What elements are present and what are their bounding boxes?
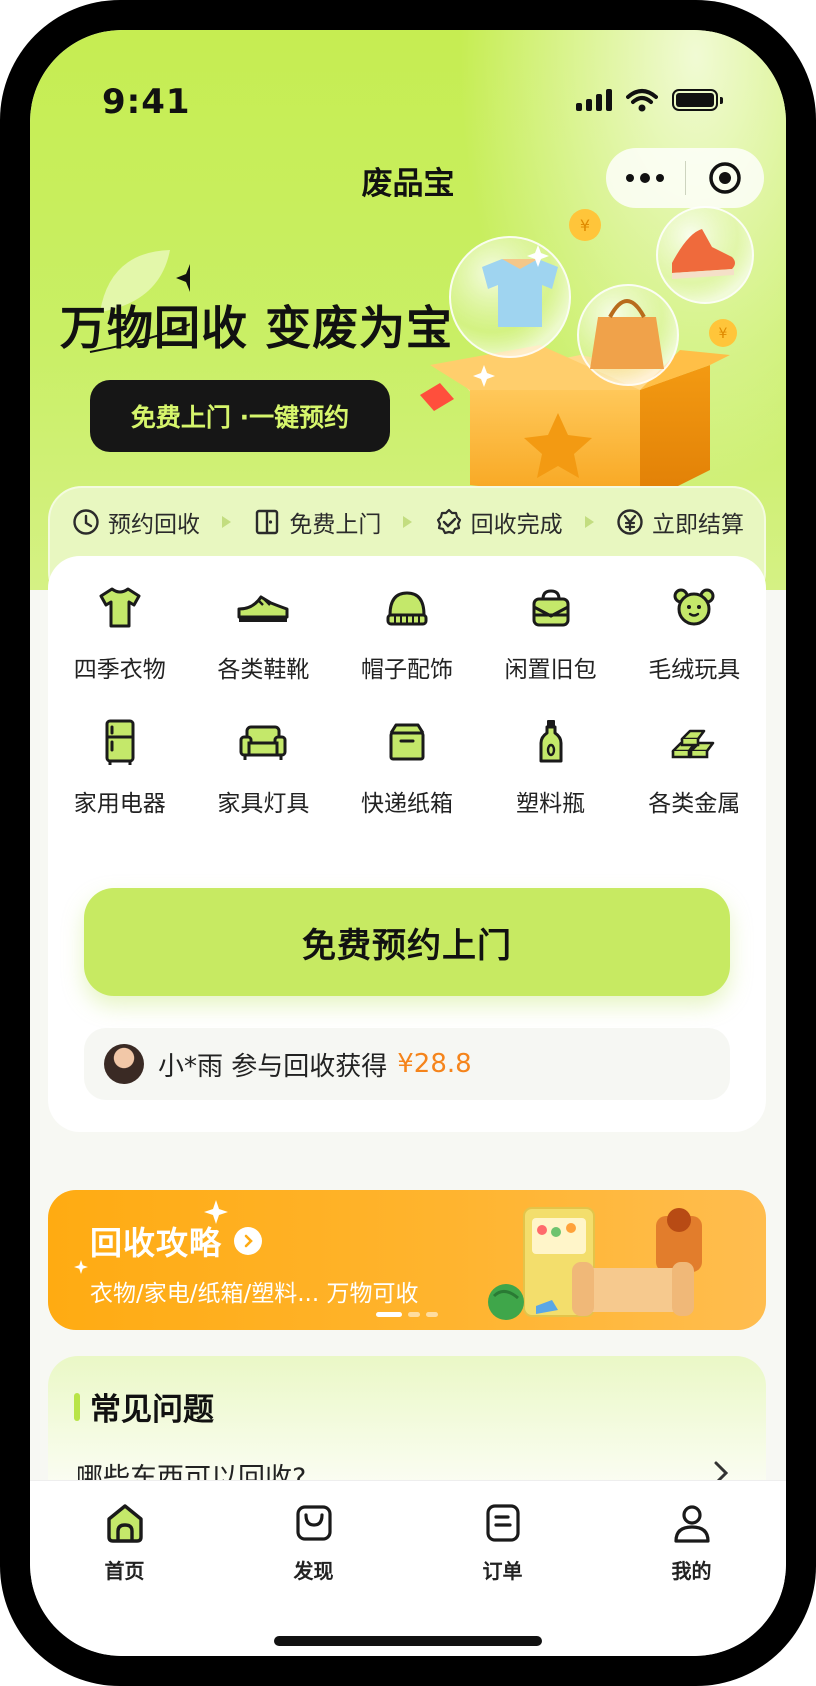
fridge-icon	[105, 719, 135, 765]
arrow-icon	[403, 516, 413, 528]
recycle-box-illustration: ¥ ¥	[420, 206, 754, 505]
category-plush[interactable]: 毛绒玩具	[622, 578, 766, 684]
signal-icon	[576, 89, 612, 111]
appliances-illustration	[488, 1207, 702, 1320]
shopping-bag-icon	[295, 1505, 332, 1541]
sneaker-icon	[237, 595, 289, 622]
screen: 9:41 废品宝 万物回收 变废为宝 免费上门 ·一键预约 ¥ ¥ 预约回收 免…	[30, 30, 786, 1656]
wifi-icon	[626, 89, 658, 112]
step-settle: 立即结算	[616, 505, 744, 539]
carousel-indicator	[376, 1312, 438, 1317]
arrow-icon	[584, 516, 594, 528]
sparkle-icon	[74, 1260, 88, 1274]
status-bar: 9:41	[30, 30, 786, 122]
tshirt-icon	[99, 587, 141, 628]
yen-icon	[617, 509, 643, 535]
tab-profile[interactable]: 我的	[597, 1499, 786, 1584]
hero-slogan: 万物回收 变废为宝	[60, 301, 454, 355]
svg-text:¥: ¥	[580, 216, 590, 235]
avatar	[104, 1044, 144, 1084]
free-pickup-button[interactable]: 免费上门 ·一键预约	[90, 380, 390, 452]
more-icon[interactable]	[606, 173, 685, 183]
ticker-message: 小*雨 参与回收获得	[158, 1051, 388, 1082]
category-clothes[interactable]: 四季衣物	[48, 578, 192, 684]
order-icon	[485, 1504, 520, 1542]
step-complete: 回收完成	[435, 505, 563, 539]
tab-bar: 首页 发现 订单 我的	[30, 1480, 786, 1656]
battery-icon	[672, 89, 723, 111]
sofa-icon	[239, 725, 287, 760]
box-icon	[389, 723, 425, 761]
metal-bars-icon	[671, 729, 715, 759]
book-pickup-button[interactable]: 免费预约上门	[84, 888, 730, 996]
arrow-icon	[222, 516, 232, 528]
guide-banner[interactable]: 回收攻略 衣物/家电/纸箱/塑料... 万物可收	[48, 1190, 766, 1330]
clock-icon	[73, 509, 99, 535]
home-indicator[interactable]	[274, 1636, 542, 1646]
tab-orders[interactable]: 订单	[408, 1499, 597, 1584]
bottle-icon	[539, 720, 563, 763]
category-bottles[interactable]: 塑料瓶	[479, 712, 623, 818]
category-cartons[interactable]: 快递纸箱	[335, 712, 479, 818]
status-time: 9:41	[102, 82, 191, 122]
hat-icon	[386, 591, 428, 626]
banner-title: 回收攻略	[90, 1224, 223, 1262]
category-appliances[interactable]: 家用电器	[48, 712, 192, 818]
svg-text:¥: ¥	[719, 326, 728, 342]
bag-icon	[532, 589, 570, 627]
tab-discover[interactable]: 发现	[219, 1499, 408, 1584]
category-furniture[interactable]: 家具灯具	[192, 712, 336, 818]
check-badge-icon	[436, 508, 461, 535]
category-card: 四季衣物 各类鞋靴 帽子配饰 闲置旧包 毛绒玩具 家用电器 家具灯具 快递纸箱 …	[48, 556, 766, 1132]
category-shoes[interactable]: 各类鞋靴	[192, 578, 336, 684]
step-pickup: 免费上门	[253, 505, 381, 539]
category-metals[interactable]: 各类金属	[622, 712, 766, 818]
door-icon	[256, 509, 279, 535]
category-grid: 四季衣物 各类鞋靴 帽子配饰 闲置旧包 毛绒玩具 家用电器 家具灯具 快递纸箱 …	[48, 578, 766, 818]
reward-ticker: 小*雨 参与回收获得 ¥28.8	[84, 1028, 730, 1100]
ticker-amount: ¥28.8	[397, 1049, 472, 1079]
category-bags[interactable]: 闲置旧包	[479, 578, 623, 684]
home-icon	[106, 1504, 143, 1543]
tab-home[interactable]: 首页	[30, 1499, 219, 1584]
bear-icon	[673, 588, 715, 626]
user-icon	[673, 1505, 710, 1543]
banner-subtitle: 衣物/家电/纸箱/塑料... 万物可收	[90, 1281, 419, 1307]
phone-frame: 9:41 废品宝 万物回收 变废为宝 免费上门 ·一键预约 ¥ ¥ 预约回收 免…	[0, 0, 816, 1686]
step-booking: 预约回收	[72, 505, 200, 539]
chevron-right-icon[interactable]	[234, 1227, 263, 1255]
faq-title: 常见问题	[90, 1392, 214, 1428]
category-hats[interactable]: 帽子配饰	[335, 578, 479, 684]
